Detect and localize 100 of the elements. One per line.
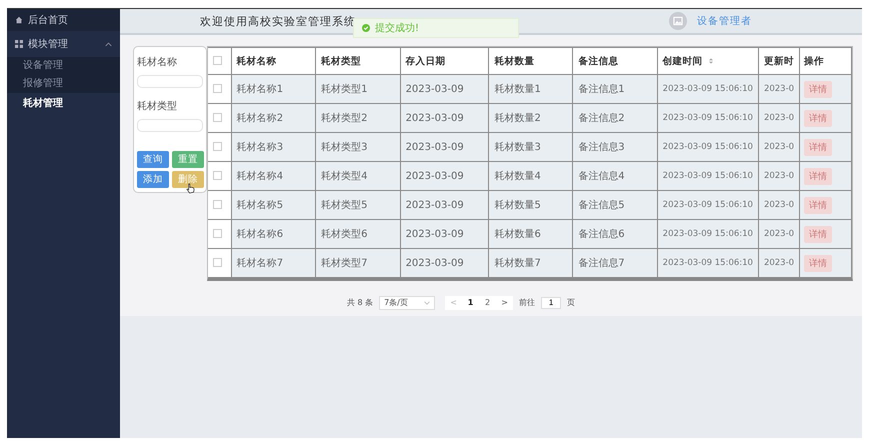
table-cell: 耗材名称6 <box>236 229 284 240</box>
table-cell: 备注信息7 <box>578 258 625 269</box>
table-cell: 2023-03-09 15:06:10 <box>662 258 753 268</box>
table-cell: 2023-03-09 15:06:10 <box>662 84 753 94</box>
table-cell: 耗材数量4 <box>494 171 541 182</box>
home-icon <box>15 16 23 24</box>
action-button[interactable]: 删除 <box>172 171 204 188</box>
table-cell: 2023-03-09 15:06:10 <box>662 229 753 239</box>
sort-icon[interactable] <box>708 58 713 64</box>
detail-button[interactable]: 详情 <box>804 196 832 214</box>
column-header: 耗材类型 <box>321 54 362 68</box>
action-button[interactable]: 添加 <box>137 171 169 188</box>
table-cell: 耗材名称1 <box>236 84 284 95</box>
field-label: 耗材类型 <box>137 100 178 113</box>
table-cell: 耗材名称2 <box>236 113 284 124</box>
checkbox[interactable] <box>213 113 222 122</box>
table-cell: 2023-03-09 <box>406 142 464 152</box>
table-cell: 2023-03-09 <box>406 84 464 94</box>
table-cell: 耗材数量5 <box>494 200 541 211</box>
user-name[interactable]: 设备管理者 <box>697 14 752 28</box>
success-icon <box>362 24 370 32</box>
grid-icon <box>15 40 23 48</box>
table-cell: 耗材名称7 <box>236 258 284 269</box>
goto-label: 前往 <box>519 297 536 308</box>
table-cell: 2023-0 <box>764 142 794 152</box>
table-cell: 备注信息6 <box>578 229 625 240</box>
checkbox[interactable] <box>213 171 222 180</box>
chevron-down-icon <box>424 300 430 304</box>
table-cell: 耗材名称5 <box>236 200 284 211</box>
table-cell: 耗材类型6 <box>321 229 368 240</box>
table-cell: 2023-03-09 <box>406 200 464 210</box>
detail-button[interactable]: 详情 <box>804 138 832 156</box>
sidebar-group[interactable]: 模块管理 <box>7 31 120 57</box>
table-cell: 2023-0 <box>764 84 794 94</box>
caret-icon <box>105 42 112 46</box>
page-suffix: 页 <box>567 297 576 308</box>
detail-button[interactable]: 详情 <box>804 80 832 98</box>
checkbox[interactable] <box>213 84 222 94</box>
sidebar-item[interactable]: 耗材管理 <box>7 93 120 115</box>
action-button[interactable]: 重置 <box>172 151 204 168</box>
table-cell: 2023-03-09 15:06:10 <box>662 200 753 210</box>
checkbox[interactable] <box>213 142 222 152</box>
table-cell: 2023-03-09 <box>406 112 464 124</box>
column-header: 操作 <box>804 54 824 68</box>
checkbox[interactable] <box>213 200 222 210</box>
table-cell: 耗材名称3 <box>236 142 284 153</box>
table-cell: 耗材类型1 <box>321 84 368 95</box>
table-cell: 2023-03-09 <box>406 228 464 240</box>
table-cell: 2023-0 <box>764 200 794 210</box>
toast-message: 提交成功! <box>375 22 420 35</box>
column-header: 耗材名称 <box>236 54 277 68</box>
avatar-icon[interactable] <box>669 12 687 30</box>
column-header: 更新时 <box>764 54 794 68</box>
table-cell: 耗材数量1 <box>494 84 541 95</box>
detail-button[interactable]: 详情 <box>804 110 832 126</box>
table-cell: 耗材数量6 <box>494 229 541 240</box>
column-header: 存入日期 <box>406 54 446 68</box>
table-cell: 2023-03-09 <box>406 170 464 182</box>
detail-button[interactable]: 详情 <box>804 254 832 272</box>
table-cell: 耗材类型2 <box>321 113 368 124</box>
column-header: 耗材数量 <box>494 54 534 68</box>
table-cell: 耗材类型7 <box>321 258 368 269</box>
table-cell: 耗材名称4 <box>236 171 284 182</box>
table-cell: 2023-0 <box>764 258 794 268</box>
detail-button[interactable]: 详情 <box>804 226 832 242</box>
sidebar-item[interactable]: 设备管理 <box>7 57 120 75</box>
page-size-select[interactable]: 7条/页 <box>379 296 436 310</box>
sidebar-item[interactable]: 后台首页 <box>7 9 120 31</box>
page-input[interactable]: 1 <box>541 296 562 308</box>
checkbox[interactable] <box>213 56 222 66</box>
action-button[interactable]: 查询 <box>137 151 169 168</box>
table-cell: 耗材类型4 <box>321 171 368 182</box>
field-label: 耗材名称 <box>137 56 178 69</box>
checkbox[interactable] <box>213 229 222 238</box>
column-header: 备注信息 <box>578 54 618 68</box>
sidebar-item[interactable]: 报修管理 <box>7 75 120 93</box>
input-field[interactable] <box>137 119 203 132</box>
table-cell: 备注信息4 <box>578 171 625 182</box>
table-cell: 2023-0 <box>764 171 794 181</box>
input-field[interactable] <box>137 75 203 88</box>
checkbox[interactable] <box>213 258 222 268</box>
table-cell: 2023-03-09 <box>406 258 464 268</box>
table-cell: 2023-0 <box>764 113 794 123</box>
table-cell: 耗材数量2 <box>494 113 541 124</box>
table-cell: 耗材数量7 <box>494 258 541 269</box>
table-cell: 耗材数量3 <box>494 142 541 153</box>
detail-button[interactable]: 详情 <box>804 168 832 184</box>
table-cell: 备注信息3 <box>578 142 625 153</box>
table-cell: 备注信息1 <box>578 84 625 95</box>
table-cell: 备注信息5 <box>578 200 625 211</box>
column-header: 创建时间 <box>662 54 703 68</box>
table-cell: 2023-03-09 15:06:10 <box>662 113 753 123</box>
table-cell: 2023-0 <box>764 229 794 239</box>
header-cell[interactable]: 创建时间 <box>657 48 758 74</box>
table-cell: 备注信息2 <box>578 113 625 124</box>
table-cell: 耗材类型3 <box>321 142 368 153</box>
table-cell: 耗材类型5 <box>321 200 368 211</box>
table-cell: 2023-03-09 15:06:10 <box>662 171 753 181</box>
total-count: 共 8 条 <box>346 297 374 308</box>
table-cell: 2023-03-09 15:06:10 <box>662 142 753 152</box>
